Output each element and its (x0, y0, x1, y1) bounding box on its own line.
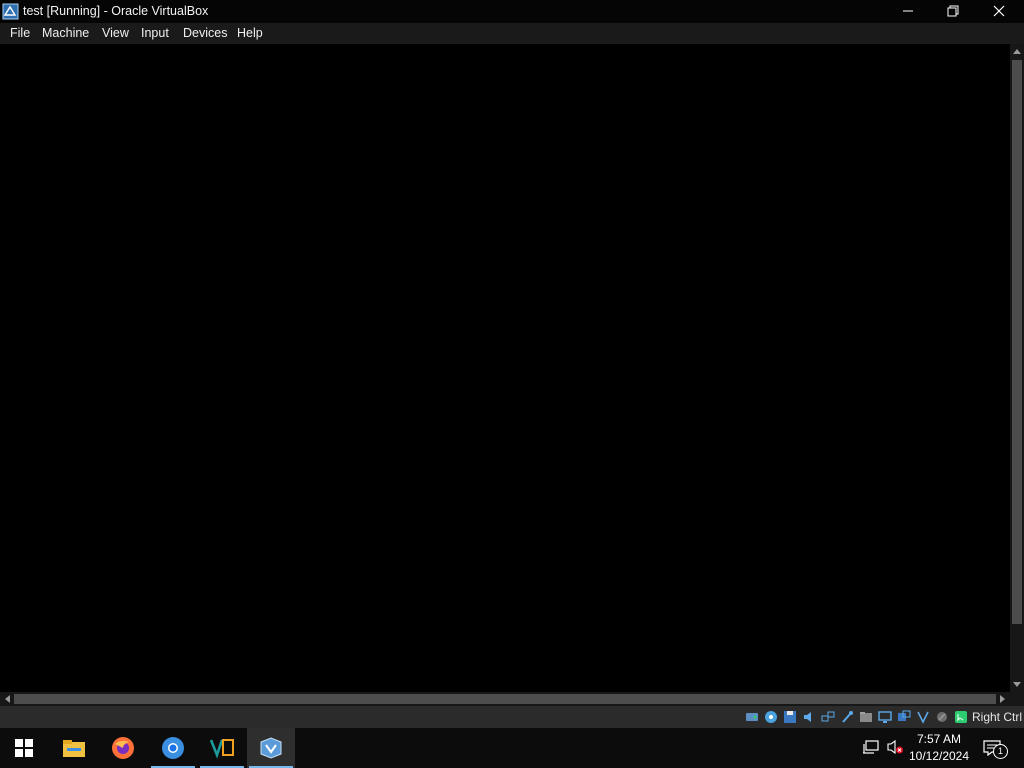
minimize-button[interactable] (885, 0, 931, 23)
network-tray-icon[interactable] (862, 739, 880, 755)
vertical-scroll-thumb[interactable] (1012, 60, 1022, 624)
virtualbox-icon (2, 3, 19, 20)
firefox-icon (112, 737, 134, 759)
vm-status-bar: Right Ctrl (0, 706, 1024, 728)
vm-display[interactable] (0, 44, 1009, 692)
recording-icon[interactable] (896, 709, 912, 725)
optical-drive-icon[interactable] (763, 709, 779, 725)
cpu-icon[interactable] (915, 709, 931, 725)
start-button[interactable] (0, 728, 48, 768)
scroll-right-icon[interactable] (1000, 695, 1006, 703)
taskbar-chrome[interactable] (149, 728, 197, 768)
menu-devices[interactable]: Devices (183, 26, 227, 40)
taskbar: 7:57 AM 10/12/2024 1 (0, 728, 1024, 768)
start-icon (15, 739, 33, 757)
notification-count-badge: 1 (993, 744, 1008, 759)
restore-button[interactable] (930, 0, 976, 23)
close-button[interactable] (976, 0, 1022, 23)
menu-file[interactable]: File (10, 26, 30, 40)
shared-folders-icon[interactable] (858, 709, 874, 725)
status-indicators (744, 709, 969, 725)
clock-date: 10/12/2024 (908, 749, 970, 763)
vscode-icon (209, 739, 234, 759)
menu-machine[interactable]: Machine (42, 26, 89, 40)
restore-icon (947, 5, 959, 17)
usb-icon[interactable] (839, 709, 855, 725)
host-key-label: Right Ctrl (972, 710, 1023, 724)
clock-time: 7:57 AM (916, 732, 962, 746)
display-icon[interactable] (877, 709, 893, 725)
taskbar-file-explorer[interactable] (50, 728, 98, 768)
network-icon[interactable] (820, 709, 836, 725)
chrome-icon (162, 737, 184, 759)
floppy-icon[interactable] (782, 709, 798, 725)
scroll-up-icon[interactable] (1013, 48, 1021, 54)
virtualization-icon[interactable] (934, 709, 950, 725)
system-clock[interactable]: 7:57 AM 10/12/2024 (904, 731, 974, 765)
menu-bar: File Machine View Input Devices Help (0, 23, 1024, 44)
taskbar-virtualbox[interactable] (247, 728, 295, 768)
virtualbox-icon (260, 737, 282, 759)
audio-icon[interactable] (801, 709, 817, 725)
horizontal-scrollbar[interactable] (0, 692, 1010, 706)
window-title: test [Running] - Oracle VirtualBox (23, 4, 209, 18)
menu-help[interactable]: Help (237, 26, 263, 40)
hard-disk-icon[interactable] (744, 709, 760, 725)
taskbar-vscode[interactable] (198, 728, 246, 768)
title-bar[interactable]: test [Running] - Oracle VirtualBox (0, 0, 1024, 23)
horizontal-scroll-thumb[interactable] (14, 694, 996, 704)
vertical-scrollbar[interactable] (1010, 44, 1024, 692)
menu-input[interactable]: Input (141, 26, 169, 40)
menu-view[interactable]: View (102, 26, 129, 40)
file-explorer-icon (63, 740, 85, 757)
mouse-integration-icon[interactable] (953, 709, 969, 725)
volume-muted-icon[interactable] (886, 739, 904, 755)
close-icon (993, 5, 1005, 17)
taskbar-firefox[interactable] (99, 728, 147, 768)
scroll-down-icon[interactable] (1013, 682, 1021, 688)
minimize-icon (903, 10, 913, 12)
scroll-left-icon[interactable] (4, 695, 10, 703)
scrollbar-corner (1010, 692, 1024, 706)
